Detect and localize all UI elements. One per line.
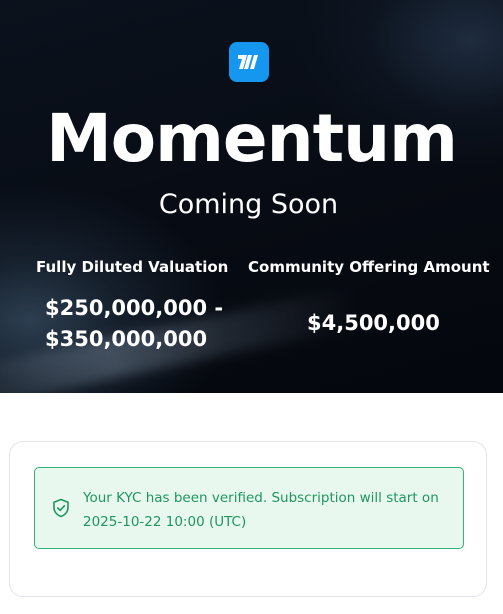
fdv-value-line2: $350,000,000 bbox=[45, 327, 208, 351]
momentum-logo bbox=[229, 42, 269, 82]
offering-amount-label: Community Offering Amount bbox=[248, 258, 490, 276]
momentum-logo-icon bbox=[238, 55, 258, 69]
shield-check-icon bbox=[53, 498, 69, 518]
fdv-value: $250,000,000 - $350,000,000 bbox=[45, 293, 223, 355]
project-title: Momentum bbox=[46, 100, 458, 177]
kyc-message: Your KYC has been verified. Subscription… bbox=[83, 490, 439, 530]
offering-amount-value: $4,500,000 bbox=[307, 311, 440, 335]
kyc-verified-alert: Your KYC has been verified. Subscription… bbox=[34, 467, 464, 549]
subscription-card: Your KYC has been verified. Subscription… bbox=[9, 441, 487, 597]
fdv-label: Fully Diluted Valuation bbox=[36, 258, 229, 276]
coming-soon-label: Coming Soon bbox=[158, 189, 339, 220]
fdv-value-line1: $250,000,000 - bbox=[45, 296, 224, 320]
hero-banner: Momentum Coming Soon Fully Diluted Valua… bbox=[0, 0, 503, 393]
